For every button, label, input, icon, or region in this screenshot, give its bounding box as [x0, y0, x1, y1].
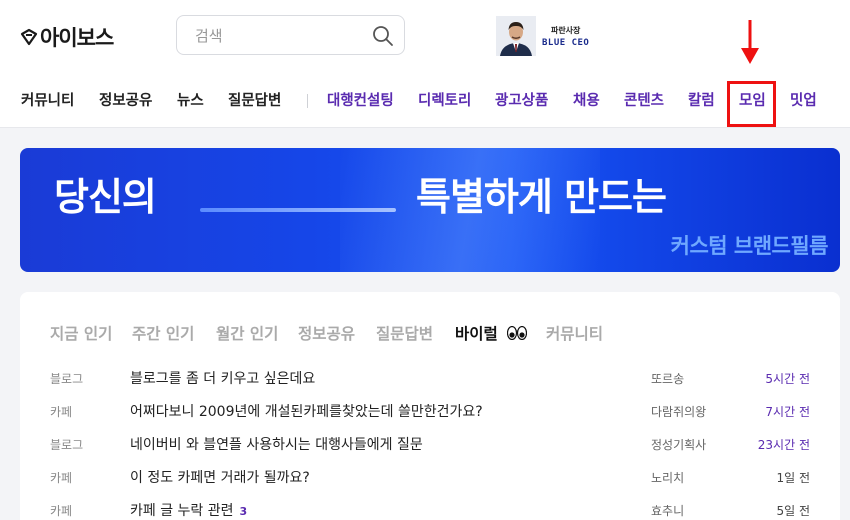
post-category: 블로그	[50, 438, 84, 452]
nav-item-agency-consulting[interactable]: 대행컨설팅	[327, 88, 394, 114]
nav-item-info-share[interactable]: 정보공유	[99, 88, 152, 114]
nav-item-news[interactable]: 뉴스	[177, 88, 204, 114]
post-author[interactable]: 효추니	[651, 502, 684, 519]
post-title-text: 어쩌다보니 2009년에 개설된카페를찾았는데 쓸만한건가요?	[130, 404, 483, 420]
nav-divider	[307, 94, 308, 108]
tab-viral[interactable]: 바이럴	[455, 322, 528, 344]
ad-brand-text: BLUE CEO	[542, 37, 590, 48]
post-title[interactable]: 카페 글 누락 관련 3	[130, 500, 247, 520]
post-author[interactable]: 또르송	[651, 370, 684, 387]
ceo-portrait-image	[496, 16, 536, 56]
site-header: 아이보스 파란사장 BLUE CEO 커뮤니티 정보공유 뉴스 질문답변	[0, 0, 850, 128]
tab-qna[interactable]: 질문답변	[376, 322, 433, 344]
nav-item-directory[interactable]: 디렉토리	[418, 88, 471, 114]
post-row[interactable]: 블로그 블로그를 좀 더 키우고 싶은데요 또르송 5시간 전	[20, 366, 840, 392]
main-nav: 커뮤니티 정보공유 뉴스 질문답변 대행컨설팅 디렉토리 광고상품 채용 콘텐츠…	[0, 88, 850, 116]
post-category: 카페	[50, 504, 73, 518]
banner-headline-left: 당신의	[54, 175, 157, 219]
post-title[interactable]: 어쩌다보니 2009년에 개설된카페를찾았는데 쓸만한건가요?	[130, 401, 483, 421]
ad-banner-blue-ceo[interactable]: 파란사장 BLUE CEO	[496, 16, 589, 56]
post-author[interactable]: 정성기획사	[651, 436, 706, 453]
post-title[interactable]: 블로그를 좀 더 키우고 싶은데요	[130, 368, 315, 388]
nav-item-contents[interactable]: 콘텐츠	[624, 88, 664, 114]
banner-headline-right: 특별하게 만드는	[416, 175, 667, 219]
nav-item-meetup[interactable]: 밋업	[790, 88, 817, 114]
search-input[interactable]	[195, 25, 365, 47]
promo-banner[interactable]: 당신의 특별하게 만드는 커스텀 브랜드필름	[20, 148, 840, 272]
post-row[interactable]: 카페 이 정도 카페면 거래가 될까요? 노리치 1일 전	[20, 465, 840, 491]
search-icon[interactable]	[372, 25, 394, 47]
red-arrow-down-icon	[741, 20, 759, 64]
post-title-text: 블로그를 좀 더 키우고 싶은데요	[130, 371, 316, 387]
post-author[interactable]: 노리치	[651, 469, 684, 486]
post-category: 카페	[50, 405, 73, 419]
banner-blank-line	[200, 208, 396, 212]
logo-text: 아이보스	[40, 26, 114, 50]
tab-weekly-popular[interactable]: 주간 인기	[132, 322, 194, 344]
post-time: 7시간 전	[765, 405, 810, 419]
post-row[interactable]: 카페 카페 글 누락 관련 3 효추니 5일 전	[20, 498, 840, 520]
eyes-icon	[507, 326, 528, 340]
post-time: 23시간 전	[757, 438, 810, 452]
post-row[interactable]: 블로그 네이버비 와 블연플 사용하시는 대행사들에게 질문 정성기획사 23시…	[20, 432, 840, 458]
post-title-text: 네이버비 와 블연플 사용하시는 대행사들에게 질문	[130, 437, 423, 453]
nav-item-jobs[interactable]: 채용	[573, 88, 600, 114]
banner-subheadline: 커스텀 브랜드필름	[670, 234, 829, 258]
post-category: 블로그	[50, 372, 84, 386]
post-time: 1일 전	[776, 471, 810, 485]
post-title-text: 카페 글 누락 관련	[130, 503, 234, 519]
post-time: 5시간 전	[765, 372, 810, 386]
post-title-text: 이 정도 카페면 거래가 될까요?	[130, 470, 310, 486]
ad-text: 파란사장 BLUE CEO	[542, 25, 589, 48]
tab-now-popular[interactable]: 지금 인기	[50, 322, 112, 344]
ad-small-text: 파란사장	[550, 25, 581, 35]
nav-item-community[interactable]: 커뮤니티	[21, 88, 74, 114]
comment-count-badge: 3	[239, 505, 248, 518]
tab-info-share[interactable]: 정보공유	[298, 322, 355, 344]
site-logo[interactable]: 아이보스	[20, 22, 114, 52]
tab-viral-label: 바이럴	[455, 325, 498, 343]
post-author[interactable]: 다람쥐의왕	[651, 403, 706, 420]
post-title[interactable]: 네이버비 와 블연플 사용하시는 대행사들에게 질문	[130, 434, 423, 454]
post-title[interactable]: 이 정도 카페면 거래가 될까요?	[130, 467, 310, 487]
nav-item-column[interactable]: 칼럼	[688, 88, 715, 114]
nav-item-ad-products[interactable]: 광고상품	[495, 88, 548, 114]
highlight-box	[727, 81, 776, 127]
post-row[interactable]: 카페 어쩌다보니 2009년에 개설된카페를찾았는데 쓸만한건가요? 다람쥐의왕…	[20, 399, 840, 425]
post-category: 카페	[50, 471, 73, 485]
popular-posts-card: 지금 인기 주간 인기 월간 인기 정보공유 질문답변 바이럴 커뮤니티 블로그…	[20, 292, 840, 520]
logo-icon	[20, 28, 38, 46]
tab-monthly-popular[interactable]: 월간 인기	[216, 322, 278, 344]
post-time: 5일 전	[776, 504, 810, 518]
tab-community[interactable]: 커뮤니티	[546, 322, 603, 344]
nav-item-qna[interactable]: 질문답변	[228, 88, 281, 114]
search-box	[176, 15, 405, 55]
